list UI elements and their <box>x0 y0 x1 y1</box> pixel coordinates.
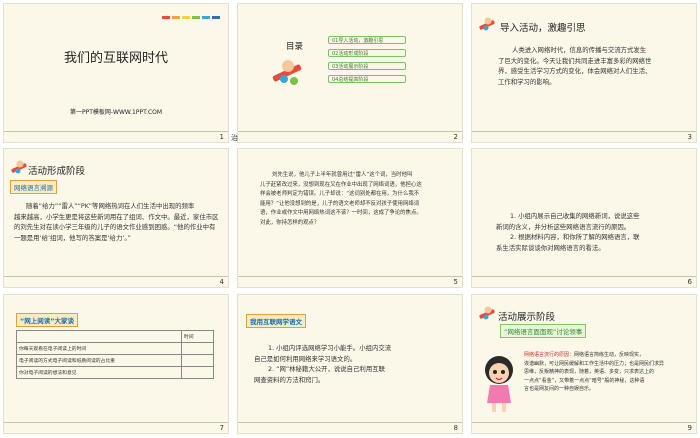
toc-item-1[interactable]: 01导入活动，激趣引思 <box>328 36 406 44</box>
text-line: 一点点“看金”，又带着一点点“暗号”般的神秘，这种语 <box>524 377 645 384</box>
slide-number: 4 <box>219 278 224 286</box>
slide-thumbnail-6[interactable]: 1. 小组内展示自己收集的网络新词，说说这些 新词的含义，并分析这些网络语言流行… <box>471 148 697 288</box>
section-heading: 活动展示阶段 <box>498 312 556 323</box>
slide-thumbnail-1[interactable]: 我们的互联网时代 第一PPT模板网-WWW.1PPT.COM 1 <box>3 3 229 143</box>
body-text: 刘先生说，他儿子上半年就曾用过“雷人”这个词，当时他叫 儿子赶紧改过来，没想到现… <box>260 171 450 228</box>
body-text: 网络语言流行的原因：网络语言简练生动，反映现实， 诙谐幽默，可让网民缓解和工作生… <box>524 351 694 394</box>
text-line: 诙谐幽默，可让网民缓解和工作生活中的压力；也是网民们求异 <box>524 360 665 367</box>
divider <box>472 276 696 277</box>
slide-thumbnail-7[interactable]: “网上阅读”大家谈 时间 你每天观看在电子阅读上的时间 电子阅读的方式电子阅读和… <box>3 294 229 434</box>
slide-number: 7 <box>219 424 224 432</box>
text-line: 越来越高，小学生更是将这些新词用在了组词、作文中。最近，家住市区 <box>14 212 219 221</box>
slide-thumbnail-5[interactable]: 刘先生说，他儿子上半年就曾用过“雷人”这个词，当时他叫 儿子赶紧改过来，没想到现… <box>237 148 463 288</box>
text-line: 刘先生说，他儿子上半年就曾用过“雷人”这个词，当时他叫 <box>272 172 413 178</box>
table-cell: 电子阅读的方式电子阅读和纸质阅读的占比重 <box>16 354 182 367</box>
text-line: 网络语言流行的原因：网络语言简练生动，反映现实， <box>524 351 694 360</box>
divider <box>4 131 228 132</box>
divider <box>4 422 228 423</box>
slide-title: 我们的互联网时代 <box>63 51 168 66</box>
toc-item-3[interactable]: 03活动展示阶段 <box>328 62 406 70</box>
text-line: 的刘先生对在读小学三年级的儿子的语文作业感到困惑。“他的作业中有 <box>14 223 216 231</box>
pencil-boy-icon <box>11 160 27 174</box>
table-header-cell <box>16 330 182 343</box>
slide-thumbnail-9[interactable]: 活动展示阶段 “网络语言面面观”讨论领事 网络语言流行的原因：网络语言简练生动，… <box>471 294 697 434</box>
text-line: 网络语言简练生动，反映现实， <box>574 352 645 358</box>
text-line: 2. 根据材料内容，和你所了解的网络语言，联 <box>510 233 640 241</box>
slide-number: 8 <box>453 424 458 432</box>
slide-corner-note: 治 <box>231 134 238 142</box>
table-cell <box>181 342 214 355</box>
divider <box>238 276 462 277</box>
text-line: 网查资料的方法和窍门。 <box>254 375 325 384</box>
survey-table: 时间 你每天观看在电子阅读上的时间 电子阅读的方式电子阅读和纸质阅读的占比重 你… <box>16 330 214 379</box>
text-line: 语，作业或作文中用网络热词这不该？一时间，这成了争论的焦点。 <box>260 210 422 216</box>
divider <box>4 276 228 277</box>
slide-subtitle: 第一PPT模板网-WWW.1PPT.COM <box>69 109 163 116</box>
table-header-cell: 时间 <box>181 330 214 343</box>
body-text: 随着“给力”“雷人”“PK”等网络热词在人们生活中出现的频率 越来越高，小学生更… <box>14 201 224 243</box>
body-text: 1. 小组内评选网络学习小能手。小组内交流 自己是如何利用网络来学习语文的。 2… <box>254 343 454 385</box>
text-line: 人类进入网络时代，信息的传播与交流方式发生 <box>512 46 647 54</box>
slide-thumbnail-2[interactable]: 目录 01导入活动，激趣引思 02活动形成阶段 03活动展示阶段 04总结提高阶… <box>237 3 463 143</box>
slide-number: 2 <box>453 133 458 141</box>
toc-item-2[interactable]: 02活动形成阶段 <box>328 49 406 57</box>
text-line: 2. “网”林秘籍大公开，说说自己利用互联 <box>268 365 385 373</box>
table-cell: 你对电子阅读的想法和意见 <box>16 366 182 379</box>
text-line: 1. 小组内评选网络学习小能手。小组内交流 <box>268 344 392 352</box>
pencil-kid-icon <box>272 60 302 85</box>
slide-number: 3 <box>687 133 692 141</box>
toc-title: 目录 <box>286 42 304 52</box>
text-line: 样会被老师判定为错误。儿子却说：“这词别处都在用，为什么我不 <box>260 191 420 197</box>
body-text: 1. 小组内展示自己收集的网络新词，说说这些 新词的含义，并分析这些网络语言流行… <box>496 211 694 253</box>
decorative-color-bar <box>162 16 220 19</box>
text-line: 对此，你持怎样的观点？ <box>260 219 320 226</box>
divider <box>238 131 462 132</box>
text-line: 了巨大的变化。今天让我们共同走进丰富多彩的网络世 <box>498 56 652 65</box>
section-heading: 导入活动，激趣引思 <box>500 23 586 34</box>
text-line: 随着“给力”“雷人”“PK”等网络热词在人们生活中出现的频率 <box>26 202 195 210</box>
table-row: 你每天观看在电子阅读上的时间 <box>16 342 214 355</box>
body-text: 人类进入网络时代，信息的传播与交流方式发生 了巨大的变化。今天让我们共同走进丰富… <box>498 45 694 87</box>
slide-number: 9 <box>687 424 692 432</box>
text-line: 儿子赶紧改过来，没想到现在又在作业中出现了网络词语，他担心这 <box>260 181 422 188</box>
text-line: 系生活实际谈谈你对网络语言的看法。 <box>496 243 605 252</box>
text-line: 界，感受生活学习方式的变化，体会网络对人们生活、 <box>498 67 652 75</box>
cartoon-girl-icon <box>485 356 513 412</box>
topic-tag: “网上阅读”大家谈 <box>16 313 79 327</box>
slide-number: 6 <box>687 278 692 286</box>
divider <box>472 422 696 423</box>
slide-number: 1 <box>219 133 224 141</box>
text-line: 思维，反叛精神的表现，随着，英语、多变，只求表达上的 <box>524 369 655 375</box>
slide-thumbnail-8[interactable]: 我用互联网学语文 1. 小组内评选网络学习小能手。小组内交流 自己是如何利用网络… <box>237 294 463 434</box>
toc-item-4[interactable]: 04总结提高阶段 <box>328 75 406 83</box>
text-line: 1. 小组内展示自己收集的网络新词，说说这些 <box>510 212 640 220</box>
text-line: 新词的含义，并分析这些网络语言流行的原因。 <box>496 222 631 231</box>
divider <box>238 422 462 423</box>
slide-thumbnail-3[interactable]: 导入活动，激趣引思 人类进入网络时代，信息的传播与交流方式发生 了巨大的变化。今… <box>471 3 697 143</box>
text-line: 一题是用‘给’组词，他写的答案是‘给力’。” <box>14 233 131 242</box>
text-line: 工作和学习的影响。 <box>498 77 556 86</box>
topic-tag: “网络语言面面观”讨论领事 <box>500 324 587 338</box>
topic-tag: 网络语言溯源 <box>10 180 57 194</box>
slide-number: 5 <box>453 278 458 286</box>
topic-tag: 我用互联网学语文 <box>246 314 306 328</box>
divider <box>472 131 696 132</box>
section-heading: 活动形成阶段 <box>28 166 86 177</box>
pencil-boy-icon <box>479 17 495 31</box>
text-line: 自己是如何利用网络来学习语文的。 <box>254 354 357 363</box>
table-cell: 你每天观看在电子阅读上的时间 <box>16 342 182 355</box>
table-row: 你对电子阅读的想法和意见 <box>16 366 214 379</box>
table-header-row: 时间 <box>16 330 214 343</box>
slide-thumbnail-4[interactable]: 活动形成阶段 网络语言溯源 随着“给力”“雷人”“PK”等网络热词在人们生活中出… <box>3 148 229 288</box>
highlight-text: 网络语言流行的原因： <box>524 352 575 358</box>
text-line: 能用？”让他没想到的是，儿子的语文老师却不反对孩子使用网络词 <box>260 200 420 207</box>
text-line: 言也是网友间的一种自娱自乐。 <box>524 386 595 392</box>
table-cell <box>181 354 214 367</box>
pencil-boy-icon <box>479 306 495 320</box>
table-cell <box>181 366 214 379</box>
table-row: 电子阅读的方式电子阅读和纸质阅读的占比重 <box>16 354 214 367</box>
